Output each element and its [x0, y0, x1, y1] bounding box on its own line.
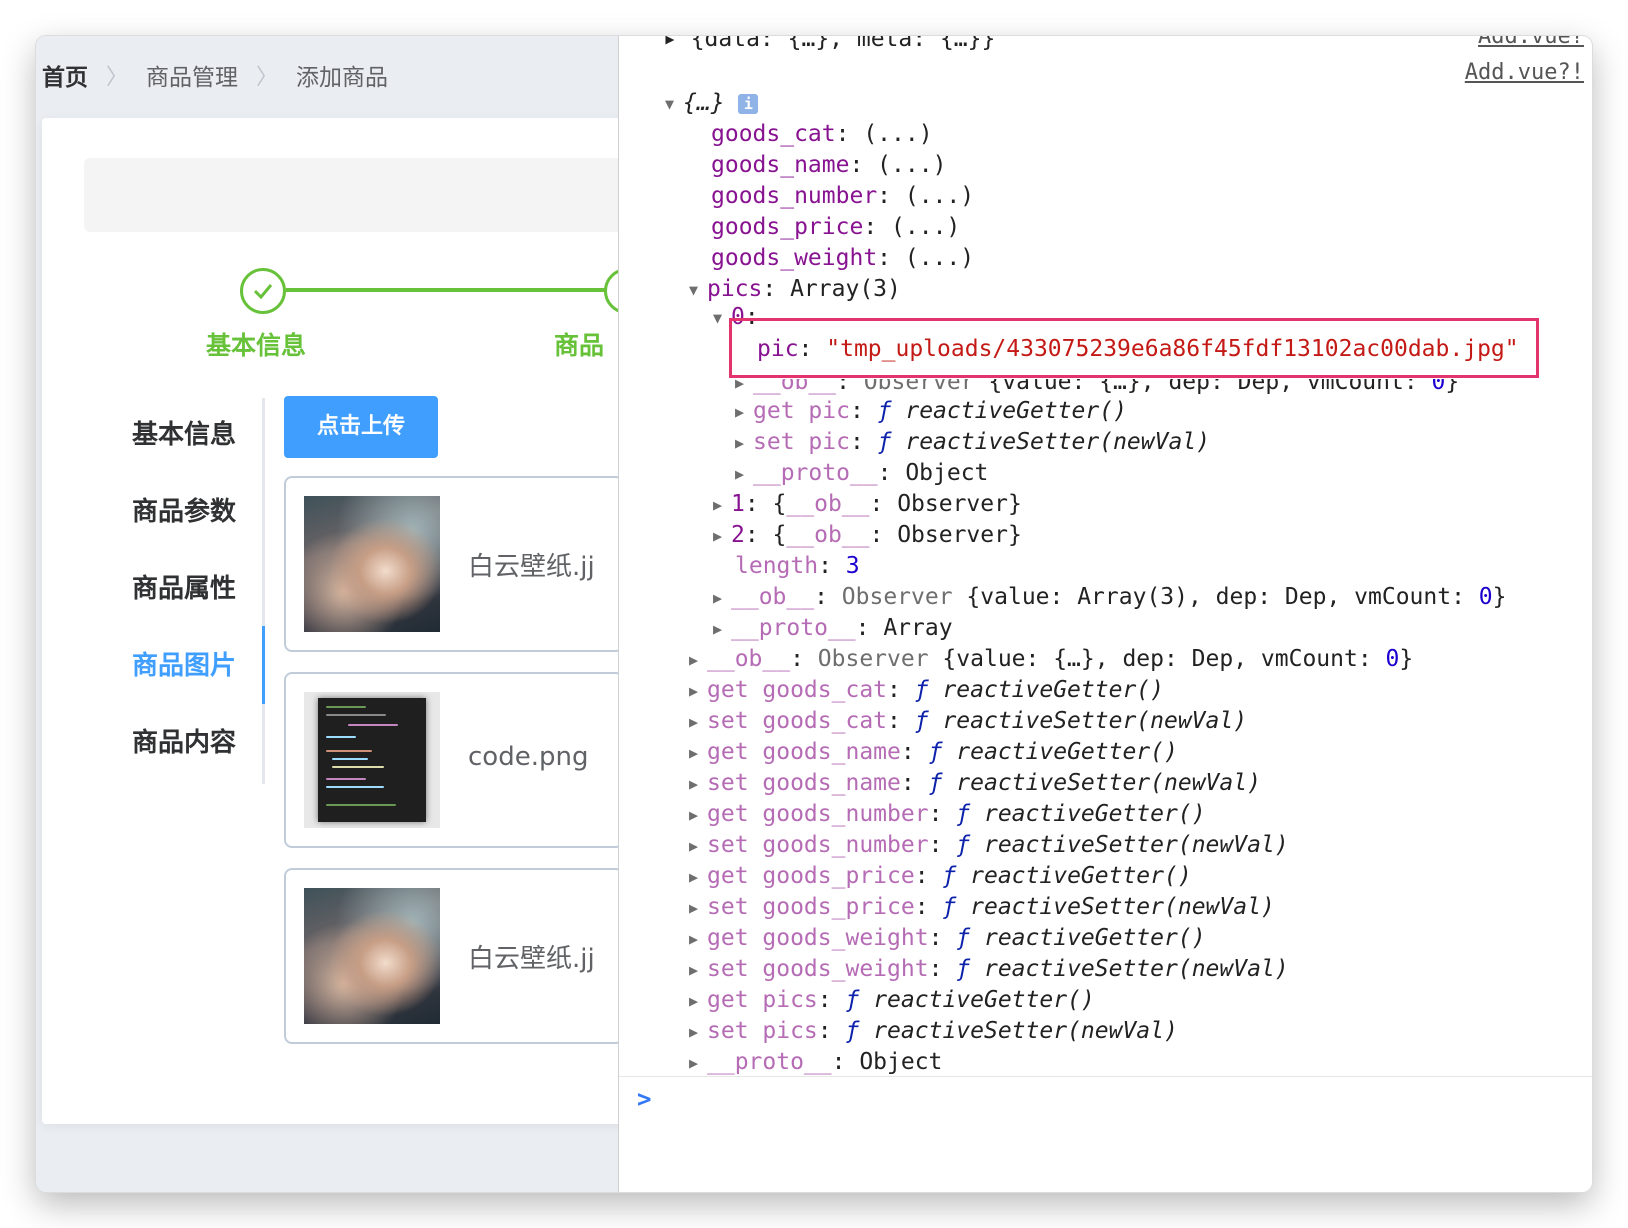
tab-goods-attrs[interactable]: 商品属性: [96, 550, 272, 628]
console-row[interactable]: ▶ __proto__: Array: [713, 613, 953, 643]
console-row[interactable]: ▶ get goods_name: ƒ reactiveGetter(): [689, 737, 1178, 767]
tab-basic-info[interactable]: 基本信息: [96, 396, 272, 474]
info-icon: i: [738, 93, 759, 114]
console-row: goods_weight: (...): [711, 245, 975, 271]
console-row[interactable]: ▶ __proto__: Object: [735, 458, 988, 488]
upload-file-item[interactable]: code.png: [284, 672, 618, 848]
console-row[interactable]: ▶ 2: {__ob__: Observer}: [713, 520, 1022, 550]
console-row: goods_number: (...): [711, 183, 975, 209]
console-row[interactable]: ▶ set pic: ƒ reactiveSetter(newVal): [735, 427, 1210, 457]
file-thumbnail: [304, 888, 440, 1024]
console-row[interactable]: ▶ set goods_number: ƒ reactiveSetter(newV…: [689, 830, 1289, 860]
admin-app: 首页〉商品管理〉添加商品 基本信息 商品 基本信息 商品参数 商品属性 商品图片…: [36, 36, 618, 1192]
console-row[interactable]: ▶ get goods_weight: ƒ reactiveGetter(): [689, 923, 1206, 953]
screenshot-window: 首页〉商品管理〉添加商品 基本信息 商品 基本信息 商品参数 商品属性 商品图片…: [36, 36, 1592, 1192]
console-row[interactable]: ▶ get goods_price: ƒ reactiveGetter(): [689, 861, 1192, 891]
console-row[interactable]: ▶ set pics: ƒ reactiveSetter(newVal): [689, 1016, 1178, 1046]
step-label-goods: 商品: [554, 331, 605, 360]
step-connector: [286, 288, 606, 292]
breadcrumb-add-goods: 添加商品: [296, 65, 389, 91]
file-thumbnail: [304, 496, 440, 632]
file-name: 白云壁纸.jj: [468, 944, 595, 974]
tab-goods-content[interactable]: 商品内容: [96, 704, 272, 782]
file-name: 白云壁纸.jj: [468, 552, 595, 582]
source-link[interactable]: Add.vue?: [1478, 36, 1584, 49]
breadcrumb-home[interactable]: 首页: [42, 65, 88, 91]
breadcrumb-goods-manage: 商品管理: [146, 65, 239, 91]
console-row: goods_price: (...): [711, 214, 961, 240]
upload-file-item[interactable]: 白云壁纸.jj: [284, 868, 618, 1044]
console-row[interactable]: ▼ {…} i: [665, 88, 759, 118]
console-row: goods_cat: (...): [711, 121, 933, 147]
upload-button[interactable]: 点击上传: [284, 396, 438, 458]
console-row[interactable]: ▼ pics: Array(3): [689, 274, 901, 304]
console-row[interactable]: ▶ get pic: ƒ reactiveGetter(): [735, 396, 1127, 426]
console-row[interactable]: ▶ 1: {__ob__: Observer}: [713, 489, 1022, 519]
console-row: goods_name: (...): [711, 152, 947, 178]
console-row[interactable]: ▶ get pics: ƒ reactiveGetter(): [689, 985, 1095, 1015]
file-name: code.png: [468, 742, 589, 772]
console-row[interactable]: ▶ set goods_weight: ƒ reactiveSetter(newV…: [689, 954, 1289, 984]
console-row[interactable]: ▶ set goods_cat: ƒ reactiveSetter(newVal): [689, 706, 1247, 736]
console-prev-line: ▸ {data: {…}, meta: {…}}: [663, 36, 996, 52]
console-row[interactable]: ▶ set goods_name: ƒ reactiveSetter(newVal…: [689, 768, 1261, 798]
console-row[interactable]: ▶ get goods_cat: ƒ reactiveGetter(): [689, 675, 1164, 705]
console-row: length: 3: [735, 553, 860, 579]
chevron-right-icon: 〉: [106, 65, 129, 90]
step-done-icon: [240, 268, 286, 314]
tab-goods-pics[interactable]: 商品图片: [96, 627, 272, 705]
chevron-right-icon: 〉: [256, 65, 279, 90]
info-alert: [84, 158, 618, 232]
upload-file-item[interactable]: 白云壁纸.jj: [284, 476, 618, 652]
step-label-basic: 基本信息: [206, 331, 307, 360]
console-row[interactable]: ▶ __ob__: Observer {value: {…}, dep: Dep,…: [689, 644, 1413, 674]
breadcrumb: 首页〉商品管理〉添加商品: [42, 58, 388, 92]
console-row[interactable]: ▶ __ob__: Observer {value: Array(3), dep:…: [713, 582, 1507, 612]
console-row[interactable]: ▶ get goods_number: ƒ reactiveGetter(): [689, 799, 1206, 829]
tab-goods-params[interactable]: 商品参数: [96, 473, 272, 551]
source-link[interactable]: Add.vue?!: [1465, 60, 1584, 85]
prompt-chevron-icon: >: [637, 1085, 652, 1113]
file-thumbnail: [304, 692, 440, 828]
console-input[interactable]: >: [619, 1076, 1592, 1192]
console-row[interactable]: ▶ __proto__: Object: [689, 1047, 942, 1077]
console-row[interactable]: ▶ set goods_price: ƒ reactiveSetter(newVa…: [689, 892, 1275, 922]
devtools-console: ▸ {data: {…}, meta: {…}} Add.vue? Add.vu…: [618, 36, 1592, 1192]
highlight-box: [729, 318, 1539, 378]
